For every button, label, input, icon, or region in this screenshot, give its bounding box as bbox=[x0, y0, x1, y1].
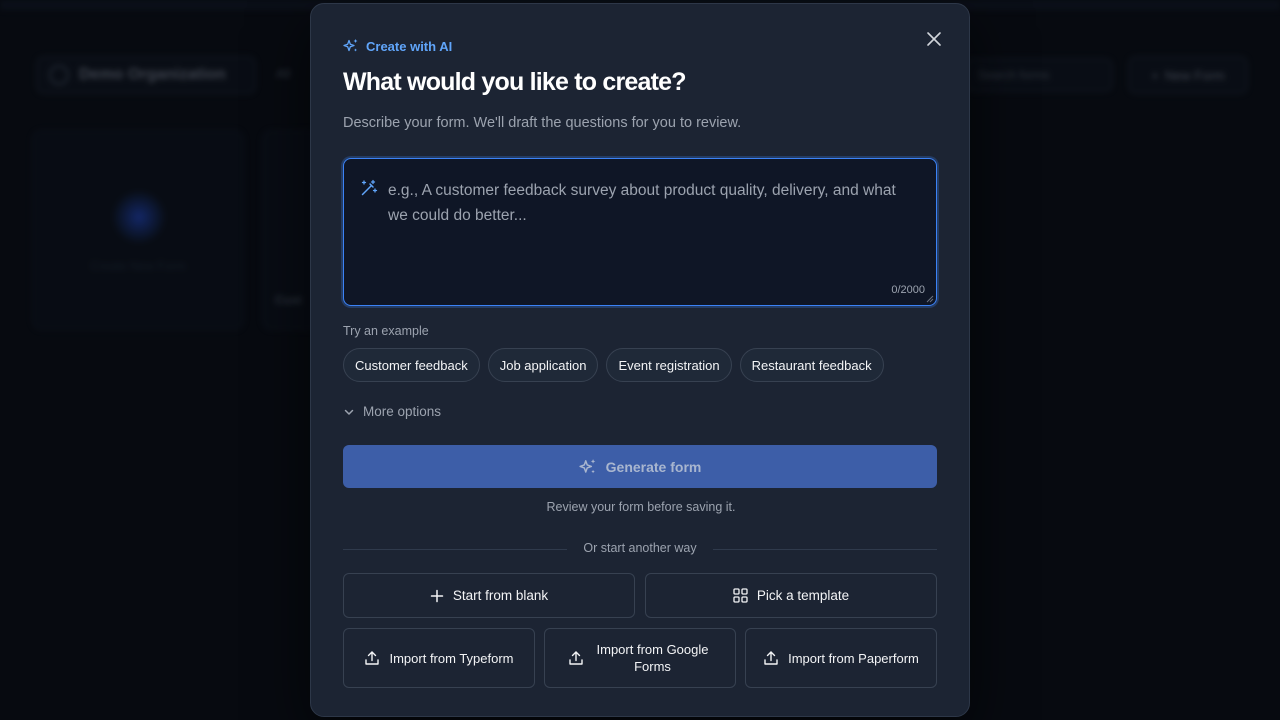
org-name: Demo Organization bbox=[79, 66, 226, 83]
divider-text: Or start another way bbox=[583, 541, 697, 555]
upload-icon bbox=[568, 651, 583, 665]
example-chip-job-application[interactable]: Job application bbox=[487, 348, 599, 382]
import-paperform-button[interactable]: Import from Paperform bbox=[745, 628, 937, 688]
sparkles-icon bbox=[343, 39, 358, 52]
create-form-card: Create New Form bbox=[32, 130, 244, 330]
sparkles-icon bbox=[579, 458, 595, 473]
create-form-glow-icon bbox=[113, 191, 165, 243]
prompt-textarea[interactable] bbox=[388, 178, 918, 278]
import-google-forms-label: Import from Google Forms bbox=[596, 642, 709, 674]
upload-icon bbox=[365, 651, 380, 665]
magic-wand-icon bbox=[361, 179, 378, 196]
close-icon bbox=[927, 32, 941, 46]
create-form-card-label: Create New Form bbox=[90, 259, 186, 273]
dialog-title: What would you like to create? bbox=[343, 68, 687, 96]
plus-icon: + bbox=[1151, 67, 1159, 83]
resize-handle-icon[interactable] bbox=[926, 295, 934, 303]
pick-template-label: Pick a template bbox=[756, 588, 850, 603]
start-from-blank-button[interactable]: Start from blank bbox=[343, 573, 635, 618]
plus-icon bbox=[430, 589, 444, 602]
chevron-down-icon bbox=[344, 409, 354, 415]
create-with-ai-dialog: Create with AI What would you like to cr… bbox=[310, 3, 970, 717]
grid-icon bbox=[733, 588, 748, 603]
close-button[interactable] bbox=[923, 28, 945, 50]
org-switcher: Demo Organization bbox=[36, 56, 256, 94]
example-chips: Customer feedback Job application Event … bbox=[343, 348, 884, 382]
import-paperform-label: Import from Paperform bbox=[788, 650, 919, 666]
new-form-label: New Form bbox=[1164, 67, 1225, 83]
new-form-button: + New Form bbox=[1128, 56, 1248, 94]
review-note: Review your form before saving it. bbox=[546, 500, 736, 514]
start-from-blank-label: Start from blank bbox=[452, 588, 549, 603]
eyebrow: Create with AI bbox=[343, 38, 452, 54]
char-count: 0/2000 bbox=[891, 284, 925, 296]
eyebrow-label: Create with AI bbox=[366, 38, 453, 54]
divider-line-right bbox=[713, 549, 937, 550]
generate-form-button[interactable]: Generate form bbox=[343, 445, 937, 488]
org-icon bbox=[49, 65, 69, 85]
prompt-field: 0/2000 bbox=[343, 158, 937, 306]
import-google-forms-button[interactable]: Import from Google Forms bbox=[544, 628, 736, 688]
generate-form-label: Generate form bbox=[605, 458, 702, 475]
more-options-label: More options bbox=[363, 404, 442, 419]
import-typeform-label: Import from Typeform bbox=[389, 650, 514, 666]
more-options-toggle[interactable]: More options bbox=[343, 404, 441, 419]
upload-icon bbox=[764, 651, 778, 665]
dialog-subtitle: Describe your form. We'll draft the ques… bbox=[343, 115, 742, 131]
examples-label: Try an example bbox=[343, 324, 429, 338]
or-divider: Or start another way bbox=[343, 541, 937, 557]
pick-template-button[interactable]: Pick a template bbox=[645, 573, 937, 618]
example-chip-restaurant-feedback[interactable]: Restaurant feedback bbox=[739, 348, 884, 382]
example-chip-customer-feedback[interactable]: Customer feedback bbox=[343, 348, 480, 382]
search-input: Search forms bbox=[965, 58, 1113, 92]
import-typeform-button[interactable]: Import from Typeform bbox=[343, 628, 535, 688]
form-card-title: Cust bbox=[275, 293, 302, 307]
example-chip-event-registration[interactable]: Event registration bbox=[606, 348, 732, 382]
breadcrumb: All bbox=[276, 66, 291, 81]
